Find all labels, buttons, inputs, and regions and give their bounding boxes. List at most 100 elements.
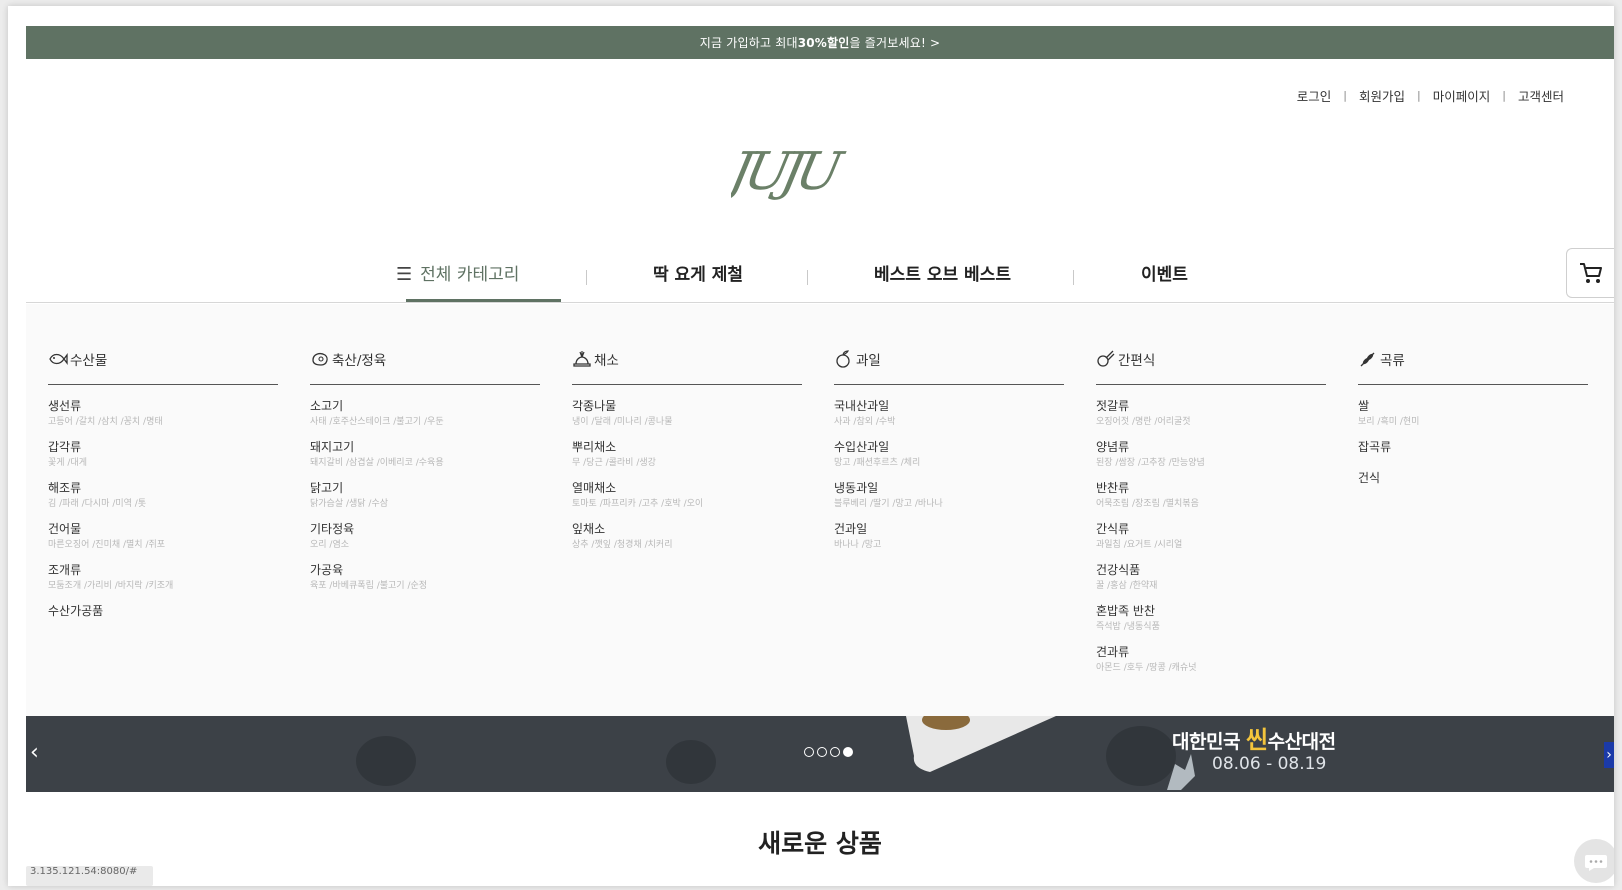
category-name: 반찬류 [1096, 481, 1130, 495]
banner-prev-button[interactable]: ‹ [30, 740, 39, 765]
divider: | [1417, 89, 1421, 102]
category-item[interactable]: 열매채소 토마토 /파프리카 /고추 /호박 /오이 [572, 481, 802, 511]
menu-heading-seafood[interactable]: 수산물 [48, 344, 278, 385]
menu-heading-fruit[interactable]: 과일 [834, 344, 1064, 385]
promo-bar[interactable]: 지금 가입하고 최대 30%할인 을 즐거보세요! > [26, 26, 1614, 59]
category-item[interactable]: 갑각류 꽃게 /대게 [48, 440, 278, 470]
banner-headline-accent: 씬 [1246, 726, 1268, 754]
top-links: 로그인 | 회원가입 | 마이페이지 | 고객센터 [1297, 86, 1564, 105]
category-name: 건강식품 [1096, 563, 1141, 577]
nav-best-of-best[interactable]: 베스트 오브 베스트 [874, 260, 1011, 285]
category-item[interactable]: 간식류 과일칩 /요거트 /시리얼 [1096, 522, 1326, 552]
category-sub: 냉이 /달래 /미나리 /콩나물 [572, 417, 673, 427]
category-item[interactable]: 돼지고기 돼지갈비 /삼겹살 /이베리코 /수육용 [310, 440, 540, 470]
customer-center-link[interactable]: 고객센터 [1518, 86, 1564, 105]
menu-heading-vegetables[interactable]: 채소 [572, 344, 802, 385]
category-sub: 마른오징어 /진미채 /멸치 /쥐포 [48, 540, 166, 550]
category-sub: 망고 /패션후르츠 /체리 [834, 458, 921, 468]
category-sub: 오리 /염소 [310, 540, 350, 550]
menu-heading-grains[interactable]: 곡류 [1358, 344, 1588, 385]
banner-dot[interactable] [830, 747, 840, 757]
category-item[interactable]: 수산가공품 [48, 604, 278, 618]
menu-heading-meat[interactable]: 축산/정육 [310, 344, 540, 385]
category-item[interactable]: 건과일 바나나 /망고 [834, 522, 1064, 552]
category-item[interactable]: 기타정육오리 /염소 [310, 522, 540, 552]
banner-dot[interactable] [817, 747, 827, 757]
category-item[interactable]: 국내산과일 사과 /참외 /수박 [834, 399, 1064, 429]
category-name: 조개류 [48, 563, 82, 577]
nav-events[interactable]: 이벤트 [1141, 260, 1188, 285]
nav-all-categories-label: 전체 카테고리 [420, 265, 520, 285]
url-status-badge: 3.135.121.54:8080/# [26, 866, 154, 886]
category-item[interactable]: 혼밥족 반찬 즉석밥 /냉동식품 [1096, 604, 1326, 634]
banner-plate-image [906, 716, 1056, 772]
category-item[interactable]: 건식 [1358, 471, 1588, 485]
category-name: 가공육 [310, 563, 344, 577]
menu-column-convenience: 간편식 젓갈류 오징어젓 /명란 /어리굴젓 양념류된장 /쌈장 /고추장 /만능… [1096, 344, 1326, 686]
signup-link[interactable]: 회원가입 [1359, 86, 1405, 105]
category-sub: 아몬드 /호두 /땅콩 /캐슈넛 [1096, 663, 1197, 673]
category-name: 국내산과일 [834, 399, 890, 413]
hero-banner[interactable]: ‹ 대한민국 씬수산대전 08.06 - 08.19 › [26, 716, 1614, 792]
category-item[interactable]: 쌀 보리 /흑미 /현미 [1358, 399, 1588, 429]
nav-divider [1073, 270, 1074, 285]
category-sub: 오징어젓 /명란 /어리굴젓 [1096, 417, 1191, 427]
menu-column-meat: 축산/정육 소고기 사태 /호주산스테이크 /불고기 /우둔 돼지고기 돼지갈비 /… [310, 344, 540, 604]
snack-icon [1097, 350, 1115, 367]
login-link[interactable]: 로그인 [1297, 86, 1332, 105]
banner-texture [356, 736, 416, 786]
category-name: 뿌리채소 [572, 440, 617, 454]
nav-in-season[interactable]: 딱 요게 제철 [653, 260, 743, 285]
logo[interactable]: JUJU [716, 134, 871, 214]
category-item[interactable]: 잎채소 상추 /깻잎 /청경채 /치커리 [572, 522, 802, 552]
menu-column-seafood: 수산물 생선류 고등어 /갈치 /삼치 /꽁치 /명태 갑각류 꽃게 /대게 해조류… [48, 344, 278, 629]
category-item[interactable]: 해조류 김 /파래 /다시마 /미역 /톳 [48, 481, 278, 511]
banner-dates: 08.06 - 08.19 [1212, 754, 1327, 774]
banner-dot[interactable] [804, 747, 814, 757]
category-sub: 김 /파래 /다시마 /미역 /톳 [48, 499, 147, 509]
category-sub: 된장 /쌈장 /고추장 /만능양념 [1096, 458, 1205, 468]
category-item[interactable]: 가공육 육포 /바베큐폭립 /불고기 /순정 [310, 563, 540, 593]
category-item[interactable]: 각종나물 냉이 /달래 /미나리 /콩나물 [572, 399, 802, 429]
category-item[interactable]: 소고기 사태 /호주산스테이크 /불고기 /우둔 [310, 399, 540, 429]
hamburger-icon: ☰ [396, 264, 413, 285]
category-item[interactable]: 건강식품꿀 /홍삼 /한약재 [1096, 563, 1326, 593]
category-name: 건과일 [834, 522, 868, 536]
category-item[interactable]: 조개류모둠조개 /가리비 /바지락 /키조개 [48, 563, 278, 593]
promo-text-after: 을 즐거보세요! > [849, 36, 941, 50]
category-item[interactable]: 건어물 마른오징어 /진미채 /멸치 /쥐포 [48, 522, 278, 552]
banner-dot-active[interactable] [843, 747, 853, 757]
category-item[interactable]: 냉동과일 블루베리 /딸기 /망고 /바나나 [834, 481, 1064, 511]
category-item[interactable]: 수입산과일 망고 /패션후르츠 /체리 [834, 440, 1064, 470]
category-name: 기타정육 [310, 522, 355, 536]
mypage-link[interactable]: 마이페이지 [1433, 86, 1491, 105]
chat-button[interactable] [1574, 839, 1614, 883]
category-sub: 과일칩 /요거트 /시리얼 [1096, 540, 1183, 550]
category-item[interactable]: 닭고기 닭가슴살 /생닭 /수삼 [310, 481, 540, 511]
category-sub: 돼지갈비 /삼겹살 /이베리코 /수육용 [310, 458, 444, 468]
category-item[interactable]: 뿌리채소무 /당근 /콜라비 /생강 [572, 440, 802, 470]
chat-icon [1585, 855, 1607, 871]
category-sub: 모둠조개 /가리비 /바지락 /키조개 [48, 581, 174, 591]
category-item[interactable]: 젓갈류 오징어젓 /명란 /어리굴젓 [1096, 399, 1326, 429]
category-name: 양념류 [1096, 440, 1130, 454]
menu-heading-label: 과일 [856, 353, 881, 369]
banner-pagination [804, 747, 853, 757]
category-sub: 무 /당근 /콜라비 /생강 [572, 458, 656, 468]
menu-column-vegetables: 채소 각종나물 냉이 /달래 /미나리 /콩나물 뿌리채소무 /당근 /콜라비 /… [572, 344, 802, 563]
category-item[interactable]: 생선류 고등어 /갈치 /삼치 /꽁치 /명태 [48, 399, 278, 429]
category-sub: 꿀 /홍삼 /한약재 [1096, 581, 1158, 591]
category-name: 잡곡류 [1358, 440, 1392, 454]
category-item[interactable]: 견과류 아몬드 /호두 /땅콩 /캐슈넛 [1096, 645, 1326, 675]
menu-heading-label: 간편식 [1118, 353, 1156, 369]
category-sub: 고등어 /갈치 /삼치 /꽁치 /명태 [48, 417, 163, 427]
category-item[interactable]: 잡곡류 [1358, 440, 1588, 454]
menu-heading-convenience[interactable]: 간편식 [1096, 344, 1326, 385]
category-name: 건식 [1358, 471, 1381, 485]
cart-button[interactable] [1566, 248, 1614, 298]
category-item[interactable]: 반찬류 어묵조림 /장조림 /멸치볶음 [1096, 481, 1326, 511]
nav-all-categories[interactable]: ☰ 전체 카테고리 [396, 260, 519, 285]
banner-next-button[interactable]: › [1604, 742, 1614, 768]
category-item[interactable]: 양념류된장 /쌈장 /고추장 /만능양념 [1096, 440, 1326, 470]
meat-icon [312, 353, 328, 366]
